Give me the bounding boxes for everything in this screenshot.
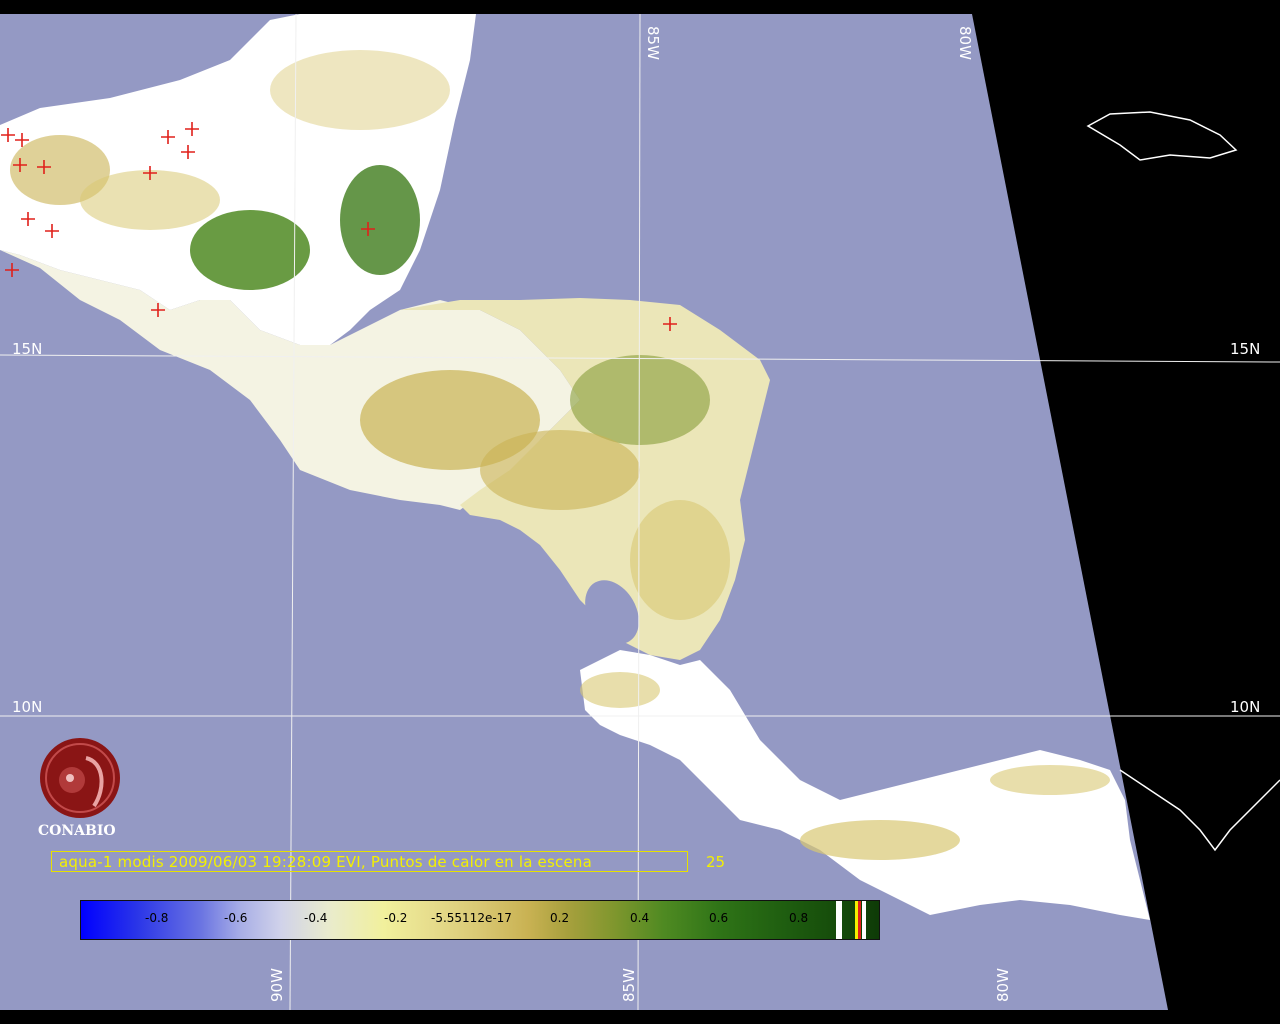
conabio-emblem-icon bbox=[40, 738, 120, 818]
colorbar-label: 0.2 bbox=[550, 911, 570, 925]
logo-text: CONABIO bbox=[38, 823, 116, 839]
lon-label-top-85w: 85W bbox=[644, 26, 662, 60]
colorbar-label: 0.4 bbox=[630, 911, 650, 925]
colorbar-label: -5.55112e-17 bbox=[431, 911, 512, 925]
lat-label-left-15n: 15N bbox=[12, 340, 43, 358]
hotspot-count: 25 bbox=[706, 853, 726, 871]
lat-label-right-10n: 10N bbox=[1230, 698, 1261, 716]
lon-label-bottom-90w: 90W bbox=[268, 968, 286, 1002]
colorbar-label: -0.6 bbox=[224, 911, 248, 925]
lon-label-top-80w: 80W bbox=[956, 26, 974, 60]
colorbar-label: -0.2 bbox=[384, 911, 408, 925]
colorbar-label: -0.4 bbox=[304, 911, 328, 925]
colorbar-stripe-white-2 bbox=[862, 901, 866, 939]
lat-label-left-10n: 10N bbox=[12, 698, 43, 716]
lon-label-bottom-85w: 85W bbox=[620, 968, 638, 1002]
colorbar-label: 0.8 bbox=[789, 911, 809, 925]
caption-text: aqua-1 modis 2009/06/03 19:28:09 EVI, Pu… bbox=[59, 853, 592, 871]
colorbar-stripe-white bbox=[836, 901, 842, 939]
lat-label-right-15n: 15N bbox=[1230, 340, 1261, 358]
lon-label-bottom-80w: 80W bbox=[994, 968, 1012, 1002]
colorbar-label: 0.6 bbox=[709, 911, 729, 925]
colorbar-label: -0.8 bbox=[145, 911, 169, 925]
colorbar-stripe-red bbox=[858, 901, 861, 939]
